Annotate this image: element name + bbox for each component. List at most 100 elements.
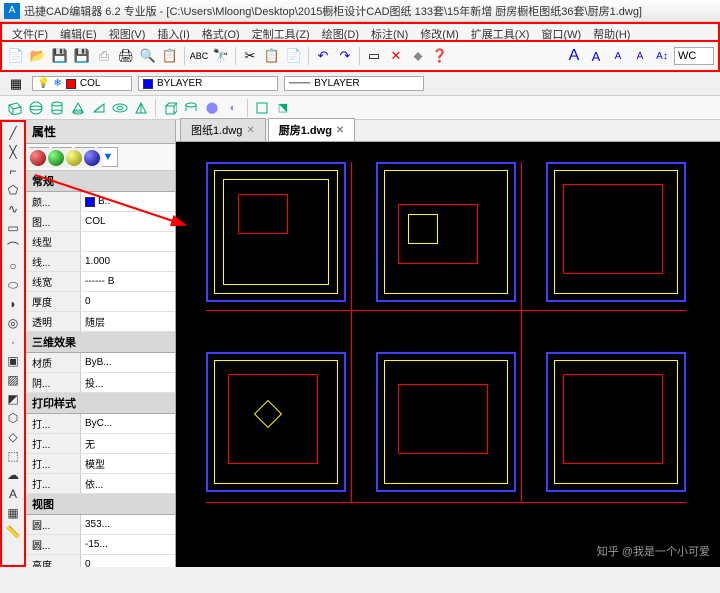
- revolve-icon[interactable]: [182, 99, 200, 117]
- ellipse-icon[interactable]: ⬭: [3, 276, 23, 294]
- prop-row-ps1[interactable]: 打...ByC...: [26, 414, 175, 434]
- block-icon[interactable]: ▣: [3, 352, 23, 370]
- union-icon[interactable]: ⬤: [203, 99, 221, 117]
- pyramid-icon[interactable]: [132, 99, 150, 117]
- prop-row-v1[interactable]: 圆...353...: [26, 515, 175, 535]
- menu-draw[interactable]: 绘图(D): [316, 24, 365, 40]
- print-icon[interactable]: 🖨: [116, 46, 136, 66]
- arc-icon[interactable]: ⌒: [3, 238, 23, 256]
- menu-file[interactable]: 文件(F): [6, 24, 54, 40]
- layer-manager-icon[interactable]: ▦: [6, 74, 26, 94]
- prop-group-3d[interactable]: 三维效果: [26, 332, 175, 353]
- menu-insert[interactable]: 插入(I): [151, 24, 195, 40]
- prop-row-ps2[interactable]: 打...无: [26, 434, 175, 454]
- hatch-icon[interactable]: ▨: [3, 371, 23, 389]
- text-icon[interactable]: A: [3, 485, 23, 503]
- menu-view[interactable]: 视图(V): [103, 24, 152, 40]
- text-big-icon[interactable]: A: [564, 46, 584, 66]
- menu-edit[interactable]: 编辑(E): [54, 24, 103, 40]
- prop-row-material[interactable]: 材质ByB...: [26, 353, 175, 373]
- props-icon[interactable]: ⬥: [408, 46, 428, 66]
- color-combo[interactable]: BYLAYER: [138, 76, 278, 91]
- rectangle-icon[interactable]: ▭: [3, 219, 23, 237]
- tab-drawing1[interactable]: 图纸1.dwg ✕: [180, 118, 266, 141]
- drawing-canvas[interactable]: 知乎 @我是一个小可爱: [176, 142, 720, 567]
- polyline-icon[interactable]: ⌐: [3, 162, 23, 180]
- menu-modify[interactable]: 修改(M): [414, 24, 465, 40]
- donut-icon[interactable]: ◎: [3, 314, 23, 332]
- redo-icon[interactable]: ↷: [335, 46, 355, 66]
- text-find-icon[interactable]: A: [608, 46, 628, 66]
- prop-group-general[interactable]: 常规: [26, 171, 175, 192]
- circle-icon[interactable]: ○: [3, 257, 23, 275]
- ellipse-arc-icon[interactable]: ◗: [3, 295, 23, 313]
- prop-row-shadow[interactable]: 阴...投...: [26, 373, 175, 393]
- text-scale-icon[interactable]: A↕: [652, 46, 672, 66]
- find-icon[interactable]: 🔭: [211, 46, 231, 66]
- prop-group-view[interactable]: 视图: [26, 494, 175, 515]
- text-check-icon[interactable]: A: [630, 46, 650, 66]
- line-icon[interactable]: ╱: [3, 124, 23, 142]
- spell-icon[interactable]: ABC: [189, 46, 209, 66]
- region-icon[interactable]: [253, 99, 271, 117]
- subtract-icon[interactable]: ◐: [224, 99, 242, 117]
- sphere-icon[interactable]: [27, 99, 45, 117]
- menu-custom-tools[interactable]: 定制工具(Z): [246, 24, 316, 40]
- new-icon[interactable]: 📄: [6, 46, 26, 66]
- prop-row-transparency[interactable]: 透明随层: [26, 312, 175, 332]
- slice-icon[interactable]: ⬔: [274, 99, 292, 117]
- close-icon[interactable]: ✕: [246, 125, 254, 136]
- render-yellow-icon[interactable]: [66, 150, 82, 166]
- text-input-field[interactable]: [674, 47, 714, 65]
- prop-row-ps4[interactable]: 打...依...: [26, 474, 175, 494]
- polygon-icon[interactable]: ⬠: [3, 181, 23, 199]
- select-icon[interactable]: ▭: [364, 46, 384, 66]
- save-icon[interactable]: 💾: [50, 46, 70, 66]
- revcloud-icon[interactable]: ☁: [3, 466, 23, 484]
- prop-row-v2[interactable]: 圆...-15...: [26, 535, 175, 555]
- menu-format[interactable]: 格式(O): [196, 24, 246, 40]
- menu-dimension[interactable]: 标注(N): [365, 24, 414, 40]
- plot-icon[interactable]: 📋: [160, 46, 180, 66]
- prop-row-v3[interactable]: 高度0: [26, 555, 175, 567]
- extrude-icon[interactable]: [161, 99, 179, 117]
- prop-row-linetype[interactable]: 线型: [26, 232, 175, 252]
- boundary-icon[interactable]: ⬡: [3, 409, 23, 427]
- cylinder-icon[interactable]: [48, 99, 66, 117]
- point-icon[interactable]: ·: [3, 333, 23, 351]
- region2-icon[interactable]: ◇: [3, 428, 23, 446]
- help-icon[interactable]: ❓: [430, 46, 450, 66]
- wipeout-icon[interactable]: ⬚: [3, 447, 23, 465]
- prop-row-ltscale[interactable]: 线...1.000: [26, 252, 175, 272]
- cut-icon[interactable]: ✂: [240, 46, 260, 66]
- torus-icon[interactable]: [111, 99, 129, 117]
- prop-group-plotstyle[interactable]: 打印样式: [26, 393, 175, 414]
- preview-icon[interactable]: 🔍: [138, 46, 158, 66]
- render-blue-icon[interactable]: [84, 150, 100, 166]
- tab-kitchen1[interactable]: 厨房1.dwg ✕: [268, 118, 356, 141]
- prop-row-thickness[interactable]: 厚度0: [26, 292, 175, 312]
- saveall-icon[interactable]: 💾: [72, 46, 92, 66]
- export-icon[interactable]: ⎙: [94, 46, 114, 66]
- undo-icon[interactable]: ↶: [313, 46, 333, 66]
- spline-icon[interactable]: ∿: [3, 200, 23, 218]
- menu-window[interactable]: 窗口(W): [535, 24, 587, 40]
- gradient-icon[interactable]: ◩: [3, 390, 23, 408]
- prop-row-color[interactable]: 颜...B..: [26, 192, 175, 212]
- prop-row-ps3[interactable]: 打...模型: [26, 454, 175, 474]
- close-icon[interactable]: ✕: [336, 125, 344, 136]
- prop-row-lineweight[interactable]: 线宽------ B: [26, 272, 175, 292]
- open-icon[interactable]: 📂: [28, 46, 48, 66]
- box-icon[interactable]: [6, 99, 24, 117]
- render-green-icon[interactable]: [48, 150, 64, 166]
- wedge-icon[interactable]: [90, 99, 108, 117]
- table-icon[interactable]: ▦: [3, 504, 23, 522]
- paste-icon[interactable]: 📄: [284, 46, 304, 66]
- linetype-combo[interactable]: ─── BYLAYER: [284, 76, 424, 91]
- menu-ext-tools[interactable]: 扩展工具(X): [465, 24, 536, 40]
- copy-icon[interactable]: 📋: [262, 46, 282, 66]
- cone-icon[interactable]: [69, 99, 87, 117]
- render-red-icon[interactable]: [30, 150, 46, 166]
- xline-icon[interactable]: ╳: [3, 143, 23, 161]
- text-style-icon[interactable]: A: [586, 46, 606, 66]
